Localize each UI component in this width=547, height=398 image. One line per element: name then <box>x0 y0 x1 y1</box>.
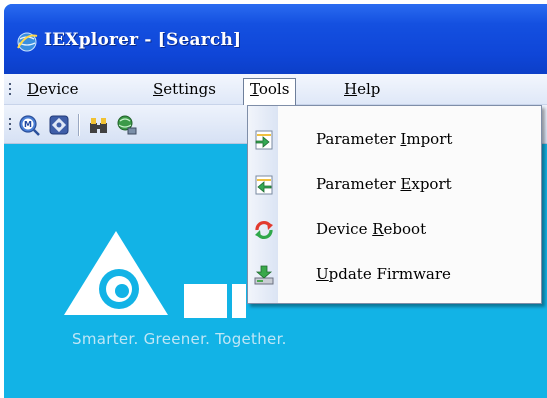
svg-text:M: M <box>24 120 32 129</box>
menu-item-device-reboot[interactable]: Device Reboot <box>248 212 541 248</box>
menu-help-mnemonic: H <box>344 80 358 98</box>
menu-bar: Device Settings Tools Help <box>4 74 547 105</box>
download-firmware-icon <box>254 265 274 285</box>
menu-device-rest: evice <box>39 80 79 98</box>
menu-settings[interactable]: Settings <box>147 78 222 100</box>
menu-item-label-prefix: Parameter <box>316 130 401 148</box>
brand-wordmark-part <box>184 284 227 318</box>
menu-item-parameter-import[interactable]: Parameter Import <box>248 122 541 158</box>
menu-item-label-mnemonic: E <box>400 175 412 193</box>
menu-device[interactable]: Device <box>21 78 84 100</box>
menu-device-mnemonic: D <box>27 80 40 98</box>
menu-item-label-mnemonic: R <box>372 220 384 238</box>
menu-item-label: Parameter Export <box>316 175 452 193</box>
network-icon[interactable] <box>116 114 138 136</box>
menu-settings-rest: ettings <box>163 80 216 98</box>
toolbar-grip[interactable] <box>9 118 12 133</box>
app-window: IEXplorer - [Search] Device Settings Too… <box>4 4 547 398</box>
title-bar[interactable]: IEXplorer - [Search] <box>4 4 547 74</box>
menu-tools[interactable]: Tools <box>243 78 297 105</box>
menubar-grip[interactable] <box>9 83 12 98</box>
delta-logo-icon <box>64 231 168 315</box>
globe-icon <box>17 32 38 52</box>
menu-item-label-rest: eboot <box>383 220 427 238</box>
menu-help-rest: elp <box>357 80 381 98</box>
menu-help[interactable]: Help <box>338 78 386 100</box>
window-title: IEXplorer - [Search] <box>44 30 242 50</box>
brand-wordmark-part <box>232 284 246 318</box>
brand-tagline: Smarter. Greener. Together. <box>72 330 287 348</box>
menu-item-label-mnemonic: U <box>316 265 329 283</box>
menu-item-label: Device Reboot <box>316 220 426 238</box>
menu-tools-rest: ools <box>258 80 290 98</box>
menu-item-update-firmware[interactable]: Update Firmware <box>248 257 541 293</box>
menu-item-label-rest: mport <box>406 130 453 148</box>
menu-item-label: Update Firmware <box>316 265 451 283</box>
magnifier-search-icon[interactable]: M <box>18 114 40 136</box>
export-arrow-icon <box>255 175 273 195</box>
menu-item-label-prefix: Parameter <box>316 175 401 193</box>
tools-dropdown-menu: Parameter Import Parameter Export Device… <box>247 105 542 304</box>
menu-tools-mnemonic: T <box>250 80 259 98</box>
find-icon[interactable] <box>88 114 110 136</box>
import-arrow-icon <box>255 130 273 150</box>
menu-item-label-rest: xport <box>411 175 452 193</box>
toolbar-separator <box>78 114 80 136</box>
menu-item-label: Parameter Import <box>316 130 452 148</box>
scan-device-icon[interactable] <box>48 114 70 136</box>
reboot-icon <box>255 221 273 239</box>
menu-settings-mnemonic: S <box>153 80 164 98</box>
menu-item-label-prefix: Device <box>316 220 373 238</box>
menu-item-parameter-export[interactable]: Parameter Export <box>248 167 541 203</box>
menu-item-label-rest: pdate Firmware <box>328 265 451 283</box>
